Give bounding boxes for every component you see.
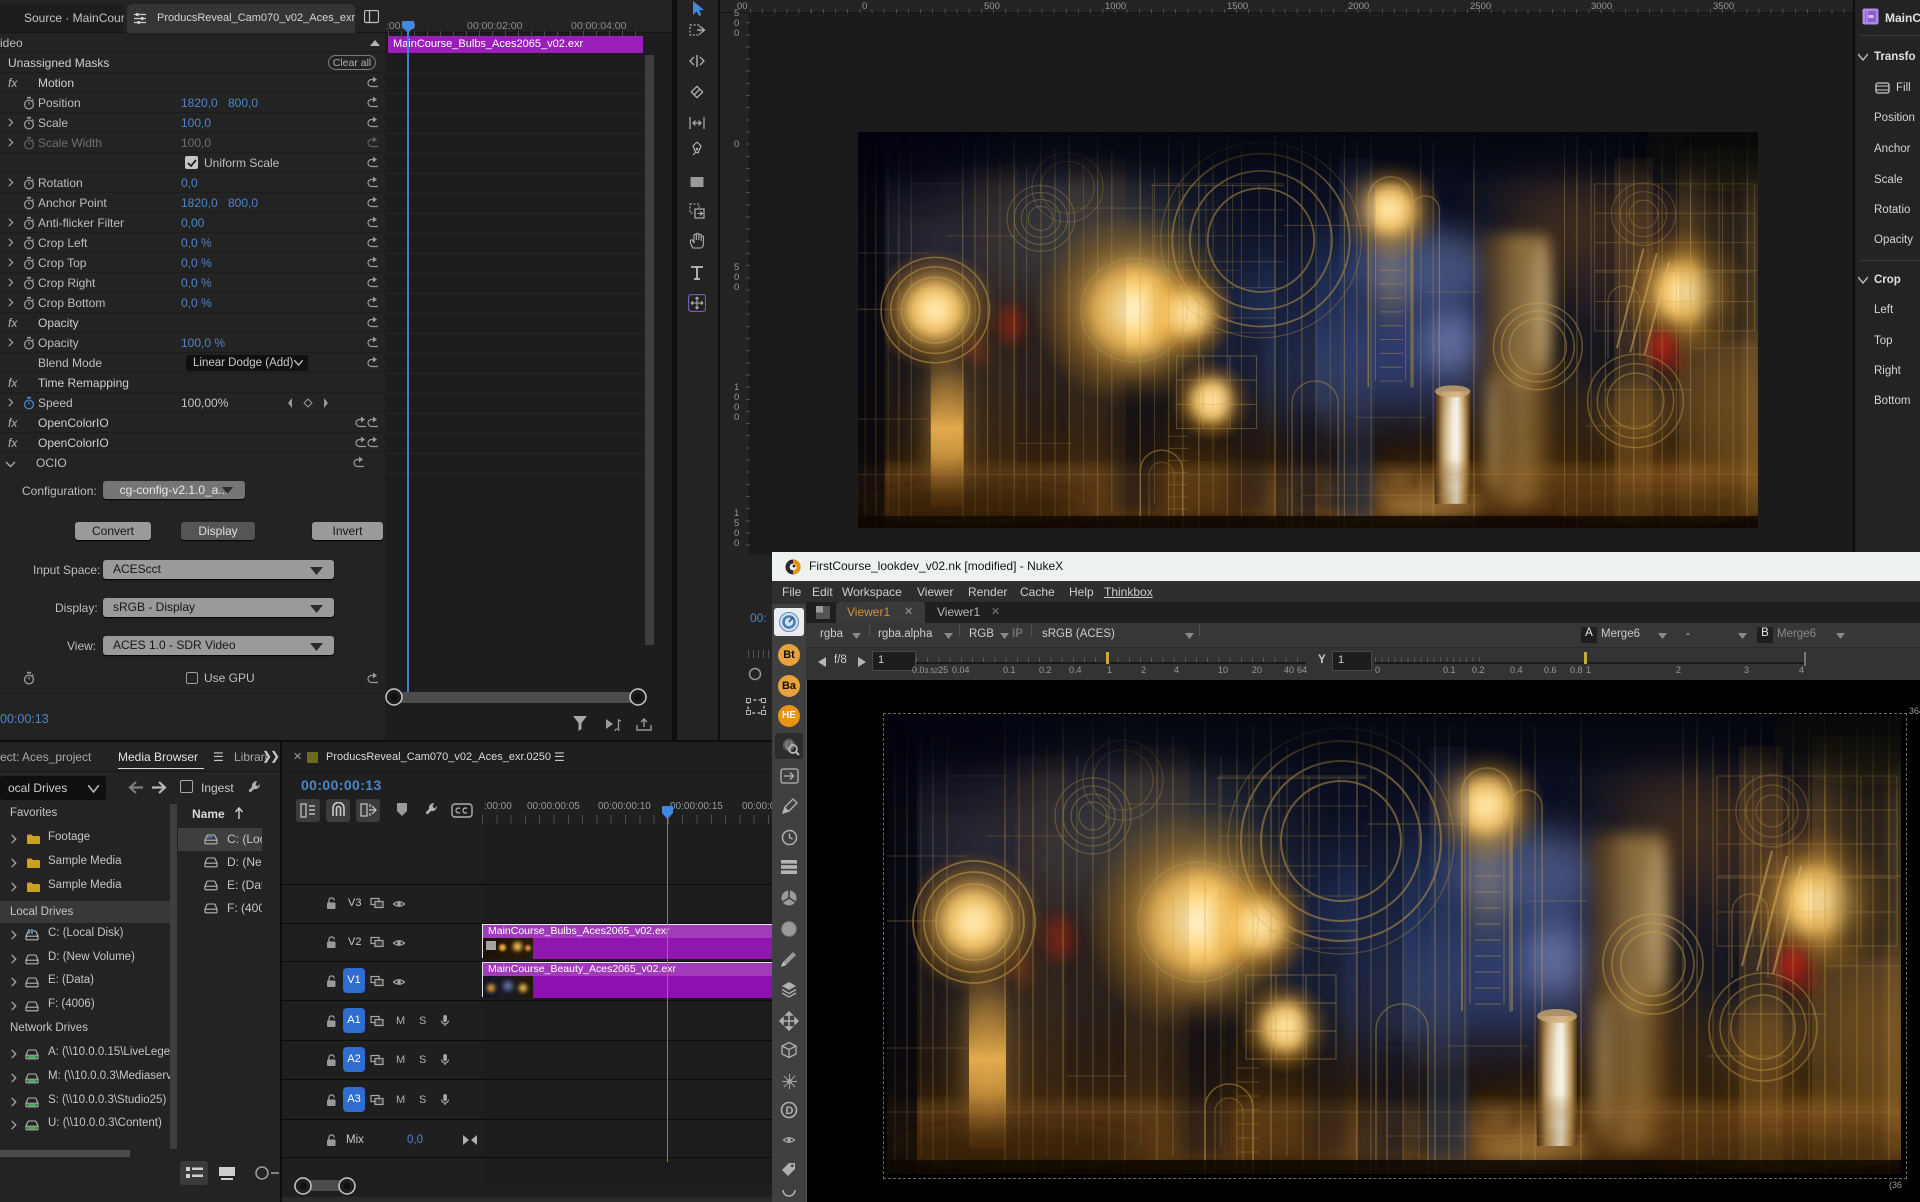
- svg-text:D: D: [786, 1105, 794, 1117]
